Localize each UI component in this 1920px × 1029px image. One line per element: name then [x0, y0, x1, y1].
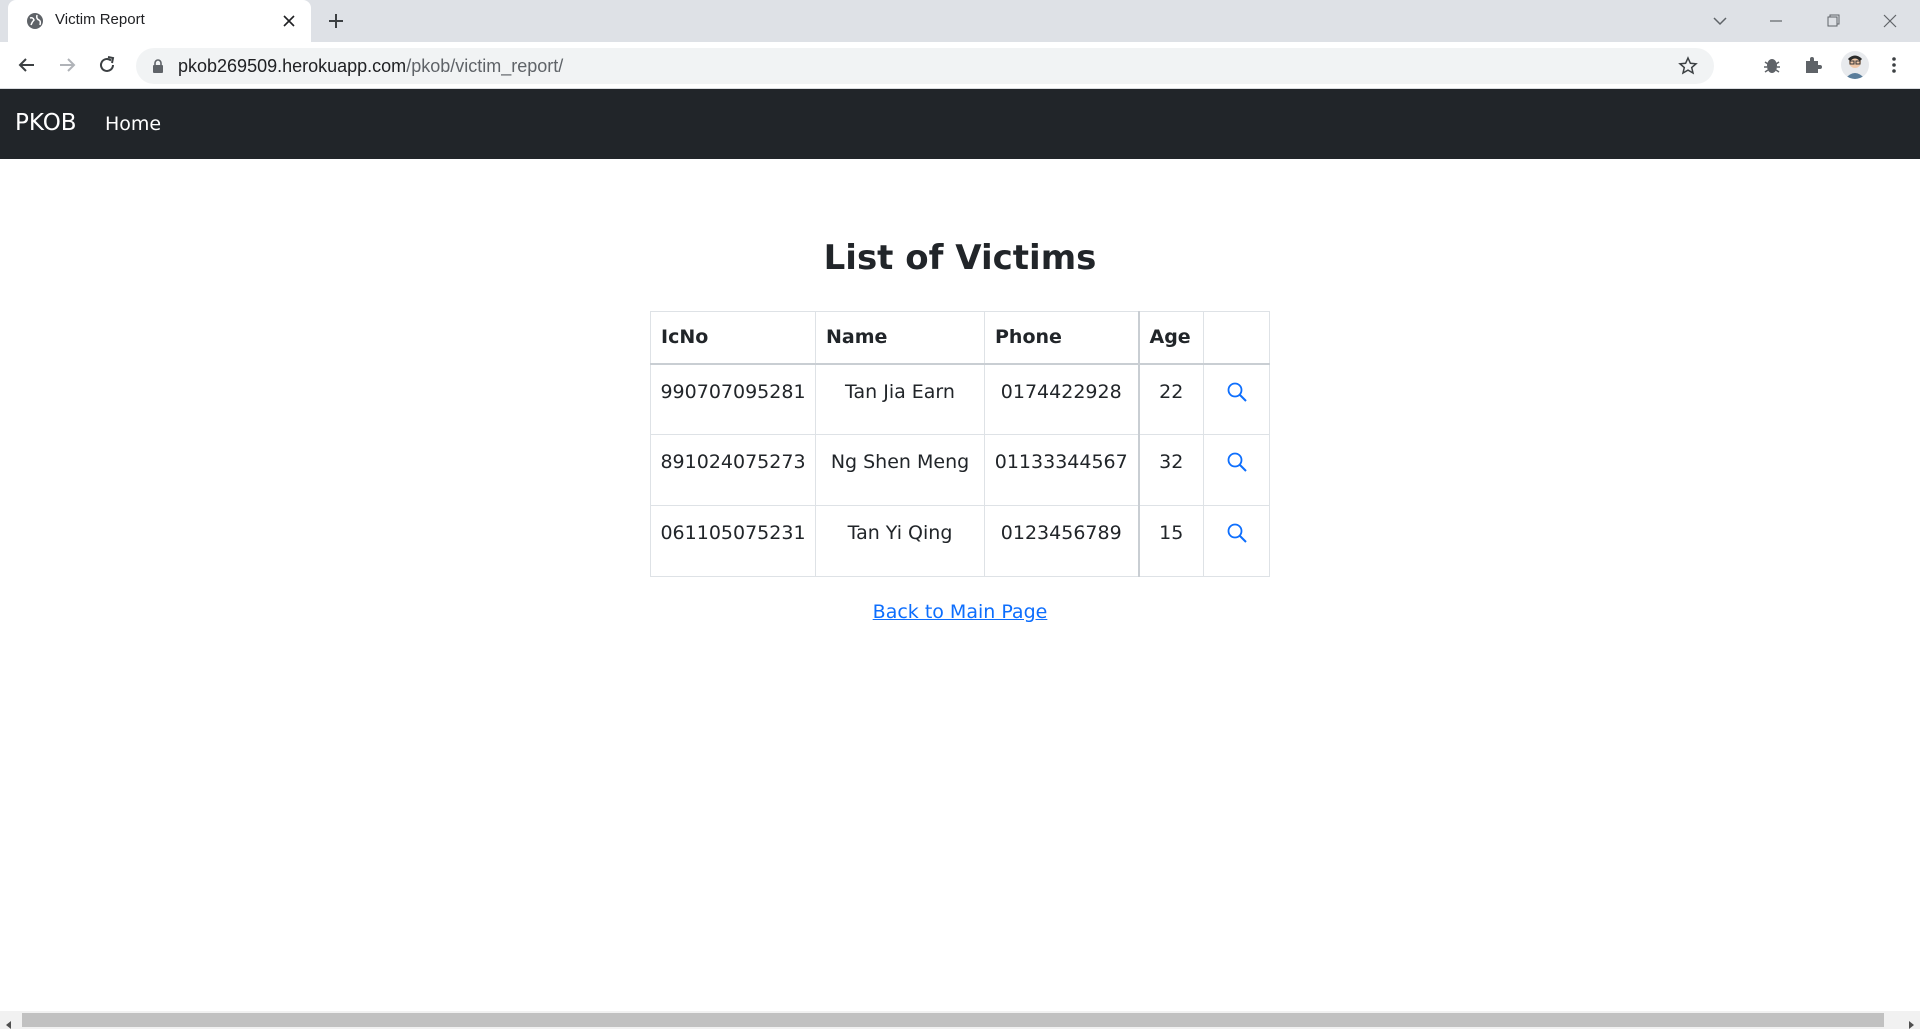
- navbar-brand[interactable]: PKOB: [15, 110, 77, 136]
- cell-phone: 0174422928: [984, 363, 1139, 435]
- cell-icno: 990707095281: [650, 363, 816, 435]
- url-host: pkob269509.herokuapp.com: [178, 56, 407, 76]
- minimize-icon[interactable]: [1763, 8, 1789, 34]
- header-phone: Phone: [984, 311, 1139, 365]
- forward-arrow-icon[interactable]: [54, 52, 80, 78]
- window-close-icon[interactable]: [1877, 8, 1903, 34]
- table-row: 891024075273 Ng Shen Meng 01133344567 32: [650, 434, 1270, 506]
- header-icno: IcNo: [650, 311, 816, 365]
- table-row: 061105075231 Tan Yi Qing 0123456789 15: [650, 505, 1270, 577]
- url-path: /pkob/victim_report/: [406, 56, 564, 76]
- cell-phone: 0123456789: [984, 505, 1139, 577]
- kebab-menu-icon[interactable]: [1881, 52, 1907, 78]
- globe-icon: [26, 12, 44, 30]
- back-link-container: Back to Main Page: [0, 601, 1920, 623]
- scrollbar-thumb[interactable]: [22, 1013, 1884, 1027]
- back-to-main-link[interactable]: Back to Main Page: [873, 601, 1048, 623]
- avatar[interactable]: [1841, 51, 1869, 79]
- star-icon[interactable]: [1678, 56, 1698, 76]
- address-bar[interactable]: pkob269509.herokuapp.com/pkob/victim_rep…: [136, 48, 1714, 84]
- back-arrow-icon[interactable]: [14, 52, 40, 78]
- scroll-left-icon[interactable]: [4, 1015, 14, 1029]
- view-cell: [1203, 363, 1270, 435]
- bug-icon[interactable]: [1759, 52, 1785, 78]
- view-cell: [1203, 434, 1270, 506]
- search-icon[interactable]: [1226, 382, 1248, 408]
- browser-tabstrip: Victim Report: [0, 0, 1920, 42]
- close-icon[interactable]: [280, 12, 298, 30]
- cell-icno: 061105075231: [650, 505, 816, 577]
- site-navbar: PKOB Home: [0, 89, 1920, 159]
- cell-name: Tan Yi Qing: [815, 505, 985, 577]
- browser-toolbar: pkob269509.herokuapp.com/pkob/victim_rep…: [0, 42, 1920, 89]
- cell-age: 15: [1137, 505, 1204, 577]
- page-title: List of Victims: [823, 238, 1097, 278]
- puzzle-icon[interactable]: [1800, 52, 1826, 78]
- header-name: Name: [815, 311, 985, 365]
- cell-name: Ng Shen Meng: [815, 434, 985, 506]
- view-cell: [1203, 505, 1270, 577]
- chevron-down-icon[interactable]: [1707, 8, 1733, 34]
- browser-tab[interactable]: Victim Report: [8, 0, 311, 42]
- cell-name: Tan Jia Earn: [815, 363, 985, 435]
- horizontal-scrollbar[interactable]: [0, 1011, 1920, 1029]
- lock-icon[interactable]: [150, 58, 166, 74]
- cell-phone: 01133344567: [984, 434, 1139, 506]
- cell-age: 32: [1137, 434, 1204, 506]
- table-header-row: IcNo Name Phone Age: [650, 311, 1270, 365]
- plus-icon[interactable]: [325, 10, 347, 32]
- reload-icon[interactable]: [94, 52, 120, 78]
- tab-title: Victim Report: [55, 11, 145, 28]
- nav-home-link[interactable]: Home: [105, 113, 161, 135]
- url-text[interactable]: pkob269509.herokuapp.com/pkob/victim_rep…: [178, 56, 563, 77]
- cell-age: 22: [1137, 363, 1204, 435]
- header-view: [1203, 311, 1270, 365]
- search-icon[interactable]: [1226, 523, 1248, 549]
- table-row: 990707095281 Tan Jia Earn 0174422928 22: [650, 363, 1270, 435]
- victims-table: IcNo Name Phone Age 990707095281 Tan Jia…: [650, 311, 1270, 577]
- scroll-right-icon[interactable]: [1906, 1015, 1916, 1029]
- restore-icon[interactable]: [1820, 8, 1846, 34]
- cell-icno: 891024075273: [650, 434, 816, 506]
- header-age: Age: [1137, 311, 1204, 365]
- search-icon[interactable]: [1226, 452, 1248, 478]
